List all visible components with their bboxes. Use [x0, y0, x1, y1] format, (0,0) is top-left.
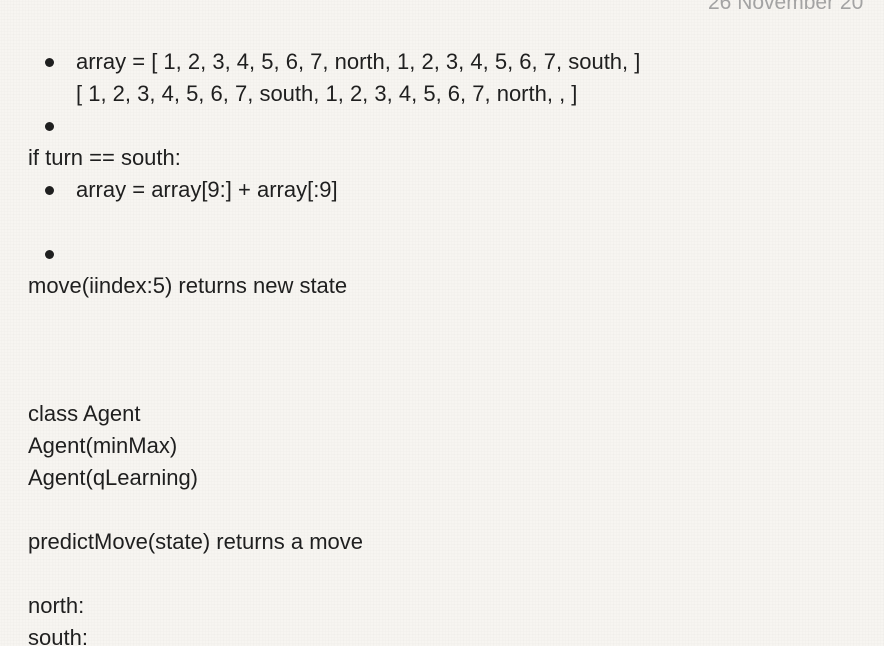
- note-line-array[interactable]: array = [ 1, 2, 3, 4, 5, 6, 7, north, 1,…: [76, 46, 640, 78]
- note-line-array-rotated[interactable]: [ 1, 2, 3, 4, 5, 6, 7, south, 1, 2, 3, 4…: [76, 78, 577, 110]
- note-line-class-agent[interactable]: class Agent: [28, 398, 141, 430]
- note-line-agent-qlearning[interactable]: Agent(qLearning): [28, 462, 198, 494]
- note-line-north[interactable]: north:: [28, 590, 84, 622]
- note-line-south[interactable]: south:: [28, 622, 88, 646]
- bullet-point-empty: [45, 250, 54, 259]
- bullet-point: [45, 58, 54, 67]
- note-line-agent-minmax[interactable]: Agent(minMax): [28, 430, 177, 462]
- note-line-if-turn[interactable]: if turn == south:: [28, 142, 181, 174]
- bullet-point-empty: [45, 122, 54, 131]
- note-line-array-slice[interactable]: array = array[9:] + array[:9]: [76, 174, 338, 206]
- note-date: 26 November 20: [708, 0, 864, 14]
- bullet-point: [45, 186, 54, 195]
- note-line-move[interactable]: move(iindex:5) returns new state: [28, 270, 347, 302]
- note-page[interactable]: 26 November 20 array = [ 1, 2, 3, 4, 5, …: [0, 0, 884, 646]
- note-line-predict-move[interactable]: predictMove(state) returns a move: [28, 526, 363, 558]
